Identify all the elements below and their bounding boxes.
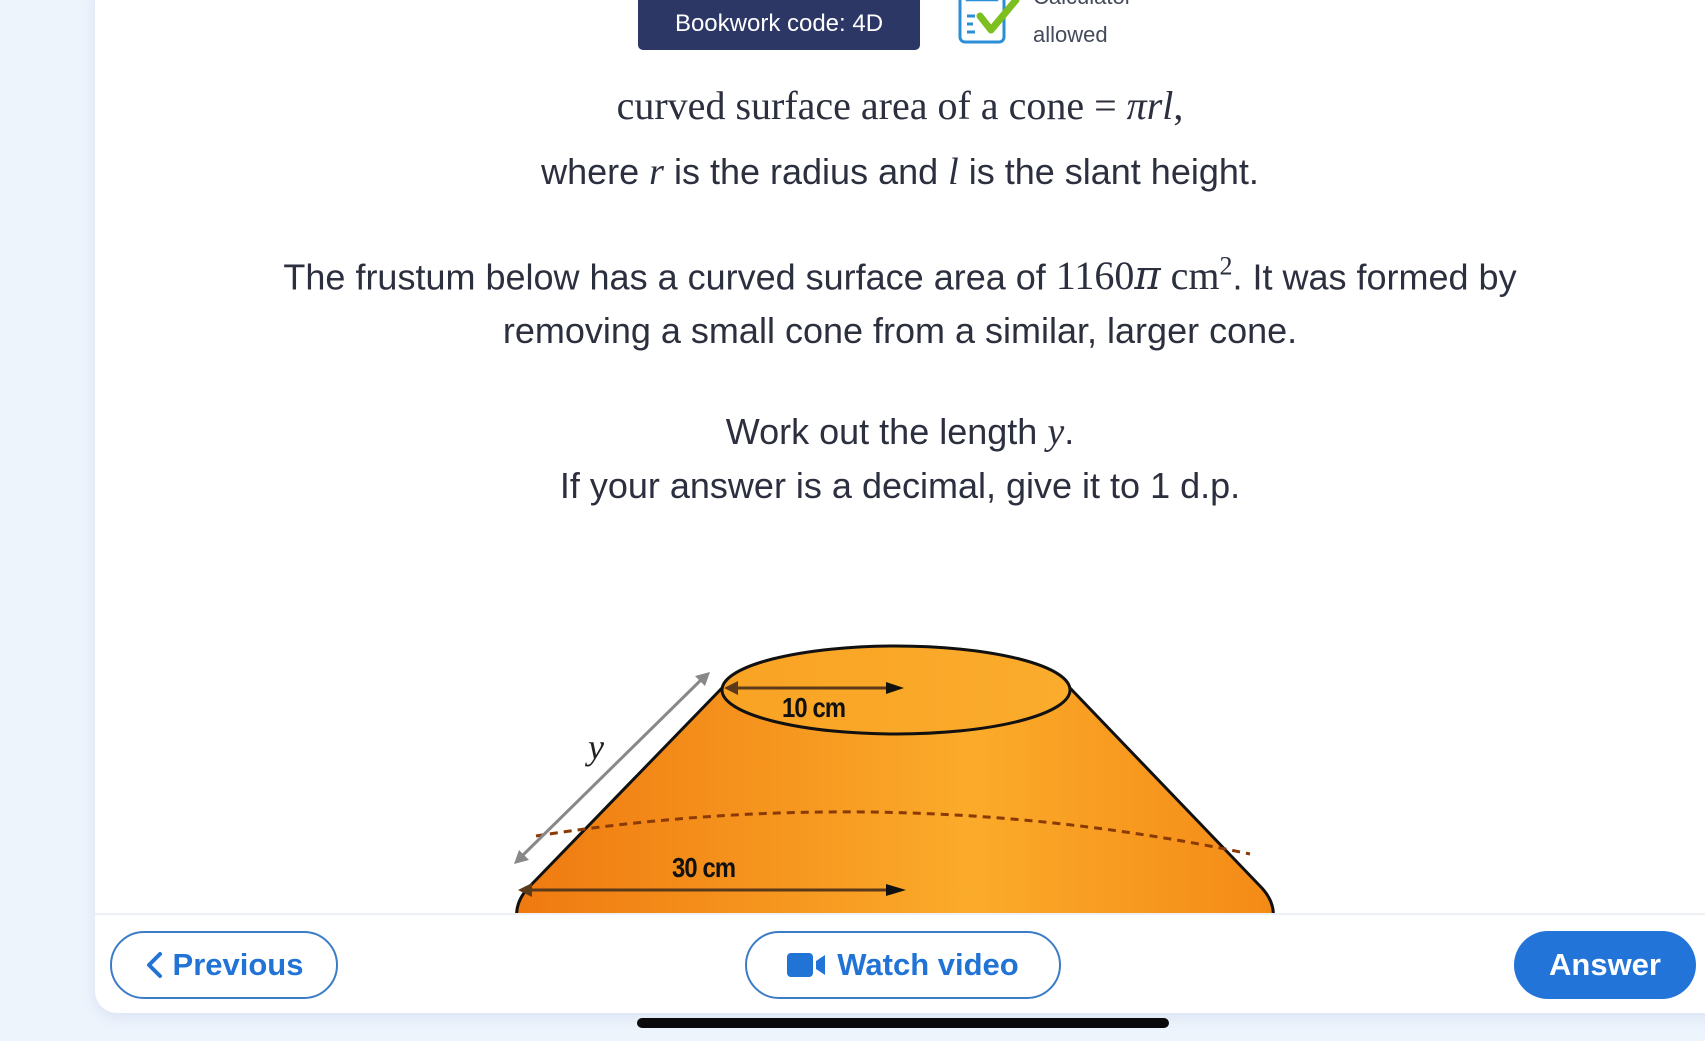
frustum-diagram: 10 cm 30 cm y <box>500 630 1300 913</box>
watch-video-button[interactable]: Watch video <box>745 931 1061 999</box>
footer-divider <box>95 913 1705 915</box>
bottom-radius-label: 30 cm <box>672 852 736 883</box>
question-text-2: . It was formed by <box>1232 256 1517 298</box>
where-text-2: is the radius and <box>663 151 949 192</box>
where-var-r: r <box>649 151 664 193</box>
formula-equals: = <box>1084 83 1127 128</box>
previous-button[interactable]: Previous <box>110 931 338 999</box>
formula-text: curved surface area of a cone <box>616 83 1085 128</box>
previous-label: Previous <box>172 947 304 982</box>
area-pi: π <box>1134 253 1161 300</box>
slant-height-label: y <box>588 727 604 767</box>
answer-label: Answer <box>1549 947 1661 982</box>
calculator-label: Calculator <box>1033 0 1132 10</box>
formula-pi: π <box>1126 83 1147 128</box>
where-text-1: where <box>541 151 650 192</box>
formula-l: l <box>1162 83 1174 128</box>
question-line-2: removing a small cone from a similar, la… <box>502 310 1298 351</box>
home-indicator <box>637 1018 1169 1028</box>
answer-button[interactable]: Answer <box>1514 931 1696 999</box>
bookwork-code-badge: Bookwork code: 4D <box>638 0 920 50</box>
task-line: Work out the length y. <box>95 410 1705 454</box>
task-var-y: y <box>1047 411 1065 453</box>
formula-line: curved surface area of a cone = πrl, <box>95 82 1705 129</box>
area-number: 1160 <box>1055 253 1135 299</box>
calculator-allowed-label: allowed <box>1033 22 1108 47</box>
where-text-3: is the slant height. <box>958 151 1259 192</box>
chevron-left-icon <box>146 952 162 978</box>
task-text-1: Work out the length <box>725 411 1048 452</box>
frustum-svg <box>514 644 1275 913</box>
watch-video-label: Watch video <box>837 947 1019 982</box>
where-var-l: l <box>948 151 959 193</box>
formula-r: r <box>1146 83 1163 128</box>
video-camera-icon <box>787 953 826 977</box>
top-bar: Bookwork code: 4D Calculator allowed <box>0 0 1705 56</box>
task-text-2: . <box>1064 411 1075 452</box>
area-unit: cm <box>1160 253 1220 299</box>
instruction-line: If your answer is a decimal, give it to … <box>559 465 1241 506</box>
formula-comma: , <box>1173 83 1184 128</box>
formula-definition: where r is the radius and l is the slant… <box>95 150 1705 194</box>
question-text-1: The frustum below has a curved surface a… <box>283 256 1056 298</box>
question-line-1: The frustum below has a curved surface a… <box>95 252 1705 299</box>
area-value: 1160π cm2 <box>1055 252 1233 300</box>
top-radius-label: 10 cm <box>782 692 846 723</box>
area-exponent: 2 <box>1219 252 1233 281</box>
calculator-check-icon <box>958 0 1020 44</box>
